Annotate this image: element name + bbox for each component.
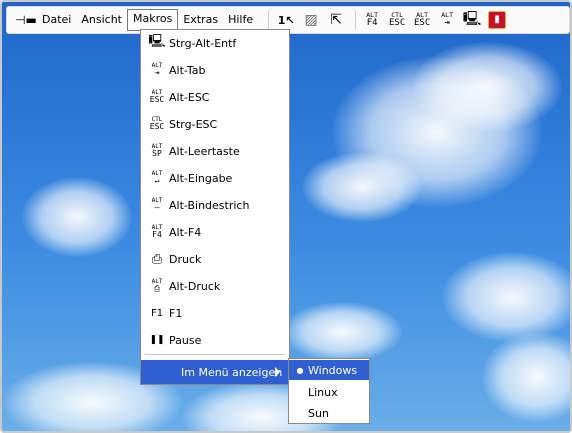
ctrl-esc-icon[interactable]: CTL ESC [386,10,408,30]
menu-item-alt-f4[interactable]: ALT F4 Alt-F4 [141,220,289,244]
menu-item-alt-bindestrich[interactable]: ALT — Alt-Bindestrich [141,193,289,217]
menu-item-druck[interactable]: ⎙ Druck [141,247,289,271]
menu-item-label: Alt-ESC [169,90,210,104]
menu-item-label: Alt-Druck [169,279,221,293]
menu-separator [145,354,285,355]
key-bottom-label: SP [152,149,162,158]
cloud [482,332,570,422]
toolbar-separator [355,10,357,30]
key-bottom-label: ⎙ [153,284,161,293]
pause-icon: ❚❚ [149,335,165,345]
menu-item-label: Alt-Bindestrich [169,198,250,212]
key-bottom-label: ESC [414,18,431,28]
menu-item-alt-druck[interactable]: ALT ⎙ Alt-Druck [141,274,289,298]
bullet-icon: ● [296,365,304,375]
submenu-arrow-icon [275,367,280,377]
menu-datei[interactable]: Datei [37,10,76,30]
key-bottom-label: ESC [149,122,165,131]
alt-hyphen-icon: ALT — [147,198,167,212]
menu-item-label: Pause [169,333,202,347]
menu-item-f1[interactable]: F1 F1 [141,301,289,325]
menu-item-label: Strg-ESC [169,117,218,131]
alt-f4-icon[interactable]: ALT F4 [361,10,383,30]
cloud [282,302,402,362]
os-submenu: ● Windows Linux Sun [288,358,370,424]
alt-tab-icon: ALT ⇥ [147,63,167,77]
menu-item-strg-alt-entf[interactable]: 🖳 Strg-Alt-Entf [141,31,289,55]
toolbar-separator [268,10,270,30]
menu-item-label: Alt-F4 [169,225,202,239]
menu-item-alt-leertaste[interactable]: ALT SP Alt-Leertaste [141,139,289,163]
menu-item-alt-esc[interactable]: ALT ESC Alt-ESC [141,85,289,109]
menu-item-label: Alt-Eingabe [169,171,233,185]
menu-item-alt-eingabe[interactable]: ALT ↵ Alt-Eingabe [141,166,289,190]
alt-tab-icon[interactable]: ALT ⇥ [436,10,458,30]
submenu-item-linux[interactable]: Linux [289,382,369,402]
menu-ansicht[interactable]: Ansicht [76,10,127,30]
key-bottom-label: ESC [389,18,406,28]
menu-item-label: F1 [169,306,183,320]
menu-item-alt-tab[interactable]: ALT ⇥ Alt-Tab [141,58,289,82]
pin-icon[interactable]: ⊣▬ [15,13,37,27]
pointer-icon[interactable]: ⇱ [325,10,347,30]
alt-esc-icon: ALT ESC [147,90,167,104]
menu-hilfe[interactable]: Hilfe [223,10,258,30]
screen-icon[interactable]: ▨ [300,10,322,30]
submenu-item-label: Linux [308,385,338,399]
computer-icon[interactable]: 🖳 [461,10,483,30]
menu-item-label: Alt-Leertaste [169,144,240,158]
cloud [302,152,422,222]
menu-item-label: Strg-Alt-Entf [169,36,237,50]
menu-makros[interactable]: Makros [126,9,179,31]
submenu-item-label: Sun [308,406,329,420]
menu-item-pause[interactable]: ❚❚ Pause [141,328,289,352]
menu-item-label: Druck [169,252,202,266]
key-bottom-label: ⇥ [154,68,160,77]
menu-item-im-menu-anzeigen[interactable]: Im Menü anzeigen [141,360,289,384]
key-bottom-label: F4 [152,230,162,239]
alt-f4-icon: ALT F4 [147,225,167,239]
key-bottom-label: ⇥ [444,18,450,28]
key-bottom-label: — [154,203,160,212]
f1-icon: F1 [150,307,164,319]
alt-space-icon: ALT SP [147,144,167,158]
cloud [442,252,570,342]
submenu-item-sun[interactable]: Sun [289,403,369,423]
key-bottom-label: F4 [366,18,378,28]
exit-icon[interactable]: ▮ [486,10,508,30]
menu-item-label: Alt-Tab [169,63,206,77]
alt-enter-icon: ALT ↵ [147,171,167,185]
print-icon: ⎙ [151,251,163,267]
cloud [22,177,132,257]
ctrl-esc-icon: CTL ESC [147,117,167,131]
alt-print-icon: ALT ⎙ [147,279,167,293]
key-bottom-label: ↵ [154,176,160,185]
mouse-1-icon[interactable]: 1↖ [275,10,297,30]
menu-extras[interactable]: Extras [178,10,223,30]
key-bottom-label: ESC [149,95,165,104]
window-frame: ⊣▬ Datei Ansicht Makros Extras Hilfe 1↖ … [0,0,572,433]
computer-icon: 🖳 [148,34,166,49]
menu-item-label: Im Menü anzeigen [181,365,283,379]
makros-dropdown: 🖳 Strg-Alt-Entf ALT ⇥ Alt-Tab ALT ESC Alt-… [140,29,290,385]
menu-item-strg-esc[interactable]: CTL ESC Strg-ESC [141,112,289,136]
submenu-item-windows[interactable]: ● Windows [289,360,369,380]
alt-esc-icon[interactable]: ALT ESC [411,10,433,30]
cloud [412,42,562,132]
exit-icon-glyph: ▮ [488,11,507,29]
submenu-item-label: Windows [308,363,358,377]
